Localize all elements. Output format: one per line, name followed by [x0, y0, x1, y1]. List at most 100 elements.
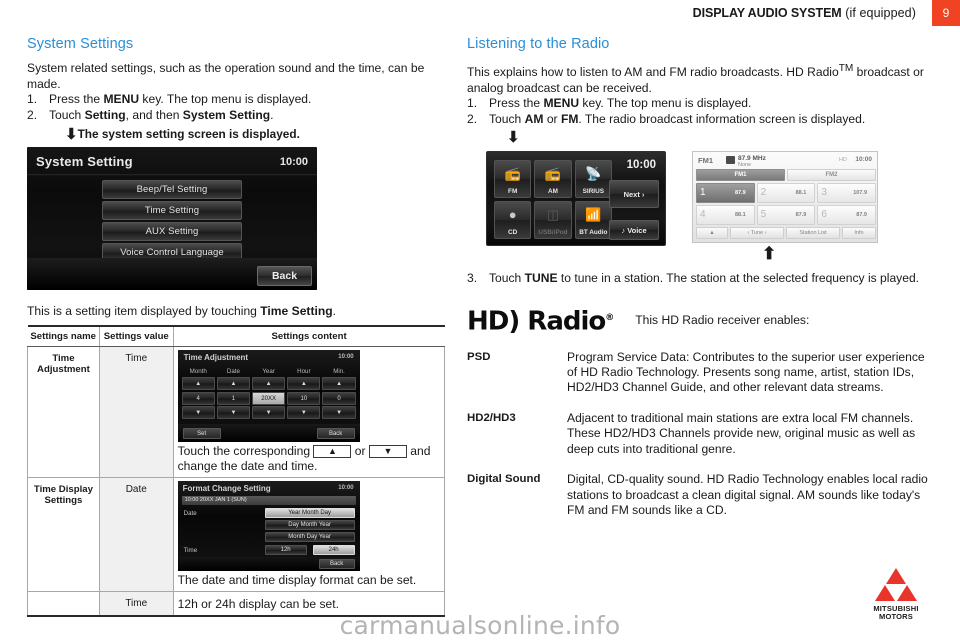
source-tile-fm[interactable]: 📻 FM	[494, 160, 532, 199]
format-change-setting-screen: Format Change Setting 10:00 10:00 20XX J…	[177, 481, 360, 572]
step-number: 3.	[467, 271, 478, 286]
preset-frequency: 87.9	[734, 190, 746, 197]
satellite-icon: 📡	[585, 166, 602, 182]
scroll-up-button[interactable]: ▲	[696, 227, 728, 240]
step-text-mid: or	[543, 111, 561, 126]
increment-button[interactable]: ▲	[287, 377, 321, 391]
preset-frequency: 87.9	[856, 212, 867, 219]
definition-term: PSD	[467, 350, 491, 363]
preset-button[interactable]: 3 107.9	[817, 183, 876, 204]
tab-fm1[interactable]: FM1	[696, 169, 785, 182]
column-header-settings-value: Settings value	[99, 325, 174, 348]
preset-button[interactable]: 1 87.9	[696, 183, 755, 204]
hd-radio-logo: HD) Radio®	[467, 305, 614, 337]
next-button[interactable]: Next ›	[609, 180, 659, 209]
decrement-button[interactable]: ▼	[252, 406, 286, 420]
current-format-preview: 10:00 20XX JAN 1 (SUN)	[181, 496, 356, 506]
date-format-option[interactable]: Day Month Year	[264, 520, 355, 531]
radio-step3: 3. Touch TUNE to tune in a station. The …	[467, 271, 935, 287]
decrement-button[interactable]: ▼	[287, 406, 321, 420]
band-tabs: FM1 FM2	[696, 169, 876, 182]
step-text-post: to tune in a station. The station at the…	[557, 271, 920, 286]
increment-button[interactable]: ▲	[181, 377, 215, 391]
voice-button-label: Voice	[627, 226, 647, 236]
up-arrow-key-icon: ▲	[313, 445, 352, 459]
radio-intro-a: This explains how to listen to AM and FM…	[467, 65, 839, 80]
bluetooth-icon: 📶	[585, 207, 602, 223]
trademark-mark: TM	[838, 63, 854, 74]
preset-button[interactable]: 6 87.9	[817, 205, 876, 226]
step-text-pre: Touch	[489, 271, 525, 286]
time-label: Time	[183, 547, 198, 555]
screen-clock: 10:00	[279, 156, 308, 169]
step-number: 1.	[467, 96, 478, 111]
system-setting-button[interactable]: AUX Setting	[102, 222, 242, 242]
system-setting-button[interactable]: Beep/Tel Setting	[102, 180, 242, 200]
step-text-pre: Touch	[489, 111, 525, 126]
tune-button[interactable]: ‹ Tune ›	[730, 227, 784, 240]
preset-number: 6	[821, 209, 827, 221]
preset-number: 4	[700, 209, 706, 221]
source-tile-am[interactable]: 📻 AM	[534, 160, 572, 199]
field-label: Min.	[333, 368, 345, 376]
system-setting-button[interactable]: Time Setting	[102, 201, 242, 221]
fm-bottom-bar: ▲ ‹ Tune › Station List Info	[696, 227, 876, 240]
next-button-label: Next	[623, 190, 640, 200]
frequency-display: 87.9 MHz	[738, 155, 766, 163]
voice-button[interactable]: ♪ Voice	[609, 220, 659, 241]
step-number: 2.	[467, 111, 478, 126]
decrement-button[interactable]: ▼	[322, 406, 356, 420]
usb-icon: ◫	[546, 207, 560, 223]
field-value: 0	[322, 391, 356, 405]
source-tile-usb-ipod[interactable]: ◫ USB/iPod	[534, 201, 572, 240]
hd-logo-mark: HD)	[467, 306, 520, 337]
increment-button[interactable]: ▲	[252, 377, 286, 391]
date-format-option[interactable]: Month Day Year	[264, 532, 355, 543]
increment-button[interactable]: ▲	[216, 377, 251, 391]
preset-button[interactable]: 2 88.1	[756, 183, 816, 204]
registered-mark: ®	[605, 313, 614, 323]
table-row: Time Display Settings Date Format Change…	[27, 477, 446, 593]
preset-frequency: 88.1	[734, 212, 746, 219]
section-title-system-settings: System Settings	[27, 36, 134, 52]
increment-button[interactable]: ▲	[322, 377, 356, 391]
info-button[interactable]: Info	[842, 227, 876, 240]
hd-radio-logo-row: HD) Radio® This HD Radio receiver enable…	[467, 305, 935, 335]
section-title-listening-radio: Listening to the Radio	[467, 36, 610, 52]
fm-radio-screen: FM1 87.9 MHz None HD 10:00 FM1 FM2 1 87.…	[692, 151, 878, 244]
station-list-button[interactable]: Station List	[786, 227, 840, 240]
result-caption: The system setting screen is displayed.	[77, 127, 300, 142]
disc-icon: ●	[508, 207, 517, 223]
time-format-option-24h[interactable]: 24h	[312, 545, 355, 556]
preset-button[interactable]: 4 88.1	[696, 205, 755, 226]
set-button[interactable]: Set	[182, 428, 221, 440]
time-field-column: Month ▲ 4 ▼	[181, 368, 215, 421]
date-format-option[interactable]: Year Month Day	[264, 508, 355, 519]
tab-fm2[interactable]: FM2	[787, 169, 876, 182]
cell-settings-name: Time Adjustment	[27, 346, 100, 479]
back-button[interactable]: Back	[318, 559, 355, 570]
time-field-column: Min. ▲ 0 ▼	[322, 368, 356, 421]
hd-logo-word: Radio	[527, 306, 606, 337]
header-title: DISPLAY AUDIO SYSTEM (if equipped)	[693, 6, 916, 20]
date-label: Date	[183, 510, 197, 518]
preset-frequency: 87.9	[795, 212, 807, 219]
screen-title: Time Adjustment	[183, 353, 249, 363]
decrement-button[interactable]: ▼	[181, 406, 215, 420]
column-header-settings-name: Settings name	[27, 325, 100, 348]
decrement-button[interactable]: ▼	[216, 406, 251, 420]
back-button[interactable]: Back	[257, 266, 312, 287]
source-tile-cd[interactable]: ● CD	[494, 201, 532, 240]
preset-button[interactable]: 5 87.9	[756, 205, 816, 226]
preset-frequency: 88.1	[795, 190, 807, 197]
source-tile-bt-audio[interactable]: 📶 BT Audio	[574, 201, 612, 240]
step-text-bold: MENU	[543, 96, 580, 111]
time-format-option-12h[interactable]: 12h	[264, 545, 307, 556]
back-button[interactable]: Back	[316, 428, 355, 440]
table-intro-post: .	[332, 304, 336, 319]
triple-diamond-svg	[875, 567, 917, 601]
source-tile-sirius[interactable]: 📡 SIRIUS	[574, 160, 612, 199]
system-settings-intro: System related settings, such as the ope…	[27, 61, 425, 91]
row-caption: Touch the corresponding ▲ or ▼ and chang…	[178, 444, 441, 474]
time-field-column: Year ▲ 20XX ▼	[252, 368, 286, 421]
